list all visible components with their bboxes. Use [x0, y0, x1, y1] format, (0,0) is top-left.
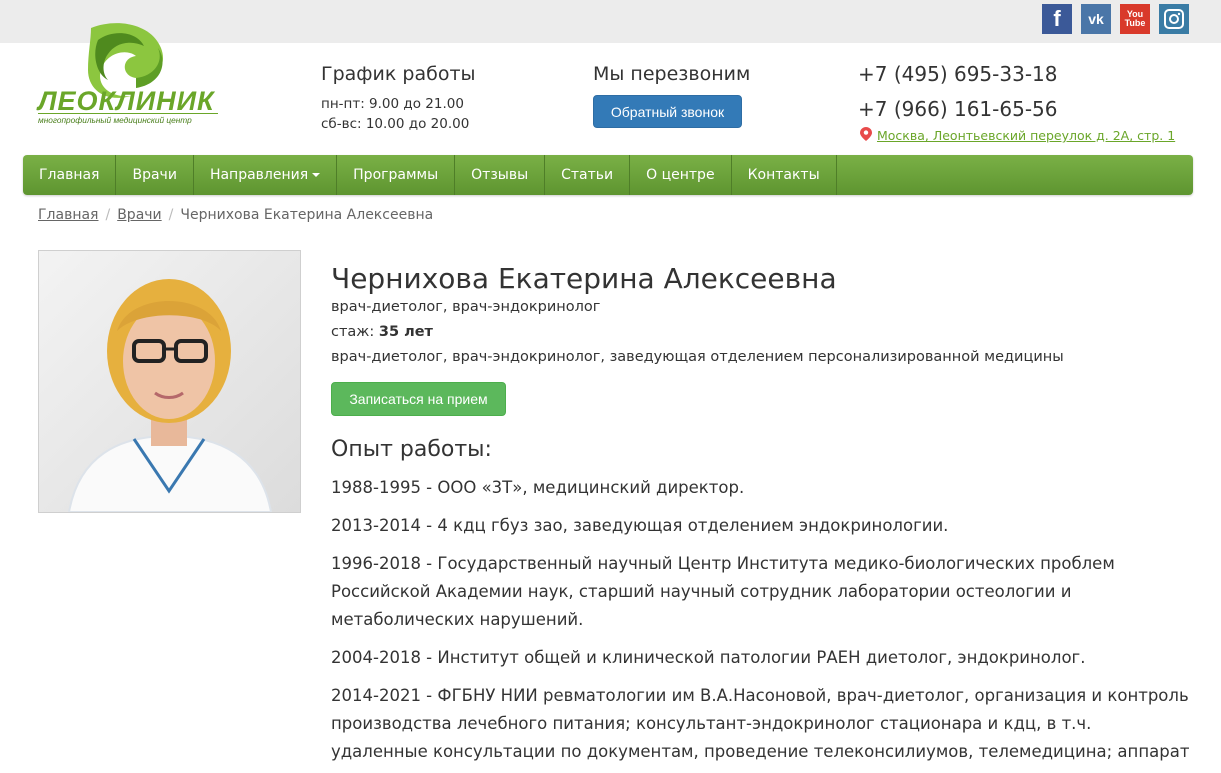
doctor-specialty: врач-диетолог, врач-эндокринолог	[331, 299, 601, 315]
main-nav: Главная Врачи Направления Программы Отзы…	[23, 155, 1193, 195]
schedule-title: График работы	[321, 63, 476, 85]
schedule-weekdays: пн-пт: 9.00 до 21.00	[321, 96, 464, 112]
nav-home[interactable]: Главная	[23, 155, 117, 195]
location-pin-icon	[860, 127, 872, 141]
doctor-photo	[38, 250, 301, 513]
nav-directions[interactable]: Направления	[194, 155, 338, 195]
experience-title: Опыт работы:	[331, 437, 492, 462]
nav-programs-label: Программы	[353, 167, 439, 183]
breadcrumb-separator: /	[105, 207, 111, 223]
experience-item: 1988-1995 - ООО «3Т», медицинский директ…	[331, 478, 745, 497]
callback-button[interactable]: Обратный звонок	[593, 95, 742, 128]
address-link[interactable]: Москва, Леонтьевский переулок д. 2А, стр…	[877, 128, 1175, 143]
instagram-icon[interactable]	[1159, 4, 1189, 34]
phone-1[interactable]: +7 (495) 695-33-18	[858, 62, 1057, 86]
youtube-icon-bottom: Tube	[1124, 18, 1146, 28]
experience-item: 2013-2014 - 4 кдц гбуз зао, заведующая о…	[331, 516, 949, 535]
callback-title: Мы перезвоним	[593, 63, 751, 85]
nav-contacts[interactable]: Контакты	[732, 155, 837, 195]
nav-about-label: О центре	[646, 167, 715, 183]
nav-programs[interactable]: Программы	[337, 155, 456, 195]
breadcrumb-separator: /	[168, 207, 174, 223]
book-appointment-button[interactable]: Записаться на прием	[331, 382, 506, 416]
facebook-icon[interactable]: f	[1042, 4, 1072, 34]
nav-doctors[interactable]: Врачи	[116, 155, 194, 195]
doctor-name: Чернихова Екатерина Алексеевна	[331, 262, 837, 295]
caret-down-icon	[312, 173, 321, 177]
experience-label: стаж:	[331, 324, 375, 340]
nav-articles-label: Статьи	[561, 167, 614, 183]
breadcrumb-home[interactable]: Главная	[38, 207, 98, 223]
vk-icon[interactable]: vk	[1081, 4, 1111, 34]
experience-item: 2014-2021 - ФГБНУ НИИ ревматологии им В.…	[331, 686, 1190, 761]
nav-doctors-label: Врачи	[132, 167, 177, 183]
experience-value: 35 лет	[378, 324, 433, 340]
experience-item: 1996-2018 - Государственный научный Цент…	[331, 554, 1115, 629]
nav-home-label: Главная	[39, 167, 100, 183]
breadcrumb: Главная / Врачи / Чернихова Екатерина Алексе…	[38, 207, 433, 223]
nav-reviews-label: Отзывы	[471, 167, 529, 183]
nav-directions-label: Направления	[209, 167, 309, 183]
nav-contacts-label: Контакты	[747, 167, 820, 183]
experience-item: 2004-2018 - Институт общей и клинической…	[331, 648, 1086, 667]
doctor-experience: стаж: 35 лет	[331, 324, 433, 340]
nav-about[interactable]: О центре	[630, 155, 732, 195]
breadcrumb-current: Чернихова Екатерина Алексеевна	[180, 207, 434, 223]
schedule-weekend: сб-вс: 10.00 до 20.00	[321, 116, 470, 132]
logo-tagline: многопрофильный медицинский центр	[38, 113, 218, 125]
nav-articles[interactable]: Статьи	[545, 155, 631, 195]
nav-reviews[interactable]: Отзывы	[455, 155, 546, 195]
breadcrumb-doctors[interactable]: Врачи	[117, 207, 161, 223]
phone-2[interactable]: +7 (966) 161-65-56	[858, 97, 1057, 121]
youtube-icon[interactable]: You Tube	[1120, 4, 1150, 34]
doctor-position: врач-диетолог, врач-эндокринолог, заведу…	[331, 349, 1064, 365]
instagram-glyph	[1164, 9, 1184, 29]
doctor-portrait	[39, 251, 300, 512]
